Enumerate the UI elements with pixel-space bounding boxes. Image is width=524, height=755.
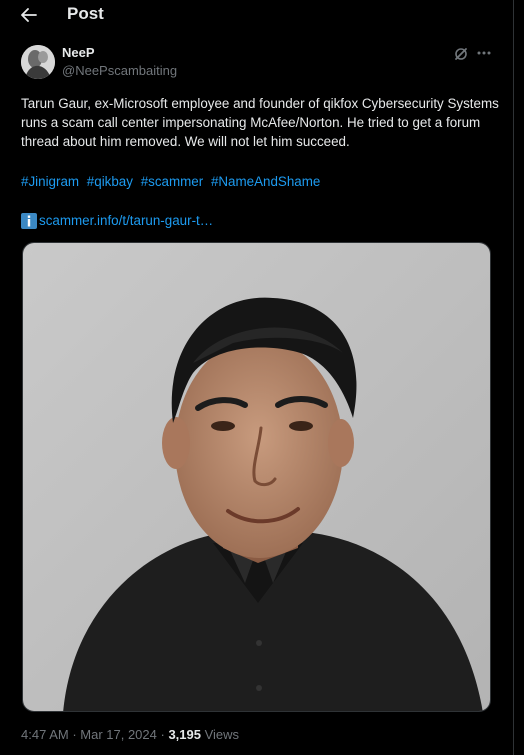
meta-separator: · (156, 727, 169, 742)
page-title: Post (67, 4, 104, 23)
portrait-image (23, 243, 490, 711)
post-photo[interactable] (22, 242, 491, 712)
hashtag-list: #Jinigram #qikbay #scammer #NameAndShame (21, 172, 324, 191)
more-button[interactable] (474, 44, 494, 62)
post-body: Tarun Gaur, ex-Microsoft employee and fo… (21, 96, 499, 149)
post-time[interactable]: 4:47 AM (21, 727, 69, 742)
arrow-left-icon (21, 8, 37, 22)
meta-separator: · (68, 727, 81, 742)
avatar-image (21, 45, 55, 79)
hashtag-nameandshame[interactable]: #NameAndShame (211, 174, 320, 189)
post-header: Post (0, 0, 513, 30)
views-label: Views (200, 727, 240, 742)
hashtag-jinigram[interactable]: #Jinigram (21, 174, 79, 189)
post-link-text[interactable]: scammer.info/t/tarun-gaur-t… (39, 213, 213, 228)
grok-icon (455, 48, 467, 60)
post-text: Tarun Gaur, ex-Microsoft employee and fo… (21, 94, 499, 151)
post-column: Post NeeP @NeePscambaiting Tarun Gaur, e… (0, 0, 514, 755)
post-link[interactable]: scammer.info/t/tarun-gaur-t… (21, 211, 213, 230)
views-count: 3,195 (168, 727, 201, 742)
post-meta: 4:47 AM · Mar 17, 2024 · 3,195 Views (21, 727, 239, 743)
hashtag-qikbay[interactable]: #qikbay (87, 174, 133, 189)
hashtag-scammer[interactable]: #scammer (141, 174, 204, 189)
back-button[interactable] (18, 4, 40, 26)
more-horizontal-icon (477, 51, 491, 55)
avatar[interactable] (21, 45, 55, 79)
grok-button[interactable] (453, 46, 469, 62)
post-date[interactable]: Mar 17, 2024 (80, 727, 157, 742)
information-icon (21, 212, 37, 229)
author-name[interactable]: NeeP (62, 45, 95, 60)
author-handle[interactable]: @NeePscambaiting (62, 63, 177, 78)
